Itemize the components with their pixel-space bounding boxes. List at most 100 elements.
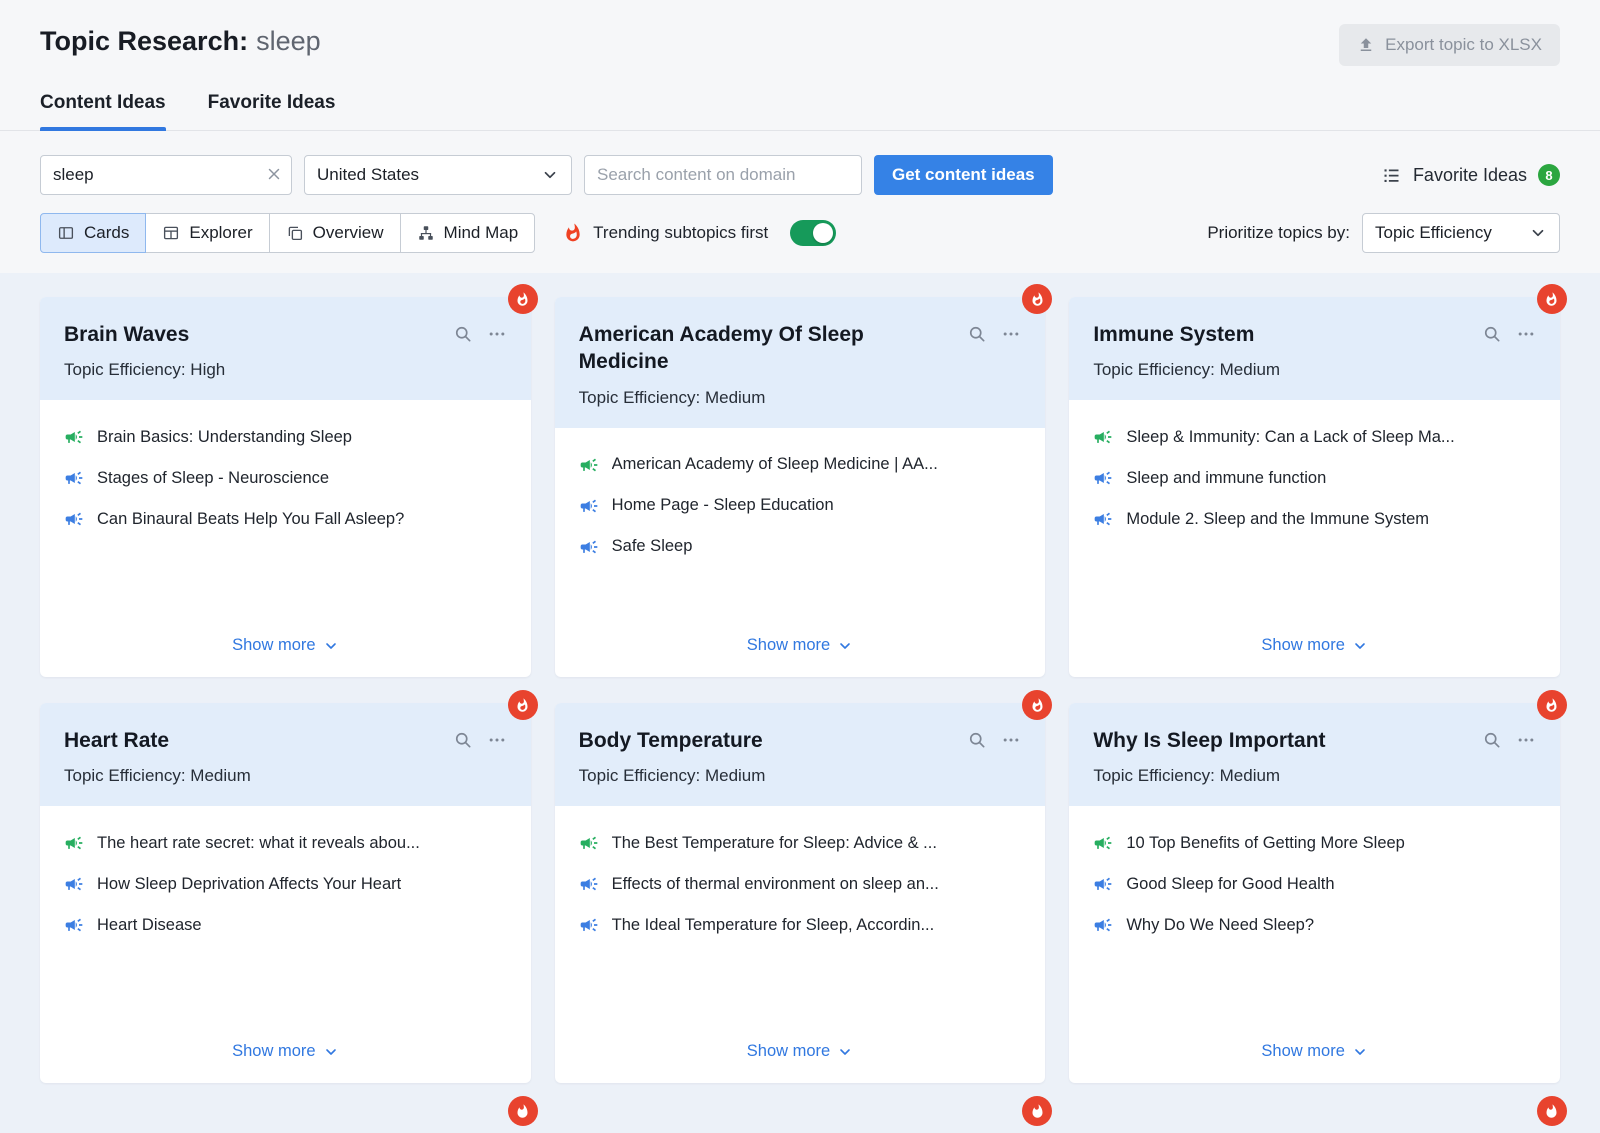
list-item[interactable]: Home Page - Sleep Education [579, 496, 1022, 516]
view-cards-button[interactable]: Cards [40, 213, 146, 253]
show-more-link[interactable]: Show more [1261, 628, 1367, 661]
show-more-label: Show more [1261, 636, 1344, 655]
ellipsis-icon[interactable] [1001, 730, 1021, 750]
megaphone-icon [579, 455, 599, 475]
megaphone-icon [1093, 468, 1113, 488]
card-header: American Academy Of Sleep Medicine Topic… [555, 297, 1046, 428]
item-text: Good Sleep for Good Health [1126, 875, 1334, 894]
card-items: The Best Temperature for Sleep: Advice &… [579, 833, 1022, 956]
list-item[interactable]: How Sleep Deprivation Affects Your Heart [64, 874, 507, 894]
megaphone-icon [1093, 427, 1113, 447]
list-item[interactable]: Stages of Sleep - Neuroscience [64, 468, 507, 488]
list-item[interactable]: Brain Basics: Understanding Sleep [64, 427, 507, 447]
item-text: Sleep and immune function [1126, 469, 1326, 488]
card-items: American Academy of Sleep Medicine | AA.… [579, 455, 1022, 578]
show-more-link[interactable]: Show more [1261, 1034, 1367, 1067]
country-select[interactable]: United States [304, 155, 572, 195]
view-mindmap-label: Mind Map [444, 223, 519, 243]
card-header: Body Temperature Topic Efficiency: Mediu… [555, 703, 1046, 806]
ellipsis-icon[interactable] [487, 324, 507, 344]
clear-icon[interactable] [265, 165, 283, 183]
item-text: The Best Temperature for Sleep: Advice &… [612, 834, 937, 853]
ellipsis-icon[interactable] [487, 730, 507, 750]
mindmap-view-icon [417, 224, 435, 242]
list-item[interactable]: Effects of thermal environment on sleep … [579, 874, 1022, 894]
megaphone-icon [1093, 874, 1113, 894]
list-item[interactable]: Good Sleep for Good Health [1093, 874, 1536, 894]
tab-content-ideas[interactable]: Content Ideas [40, 92, 166, 130]
list-item[interactable]: Sleep and immune function [1093, 468, 1536, 488]
card-title: Heart Rate [64, 727, 439, 754]
show-more-link[interactable]: Show more [232, 1034, 338, 1067]
chevron-down-icon [323, 638, 339, 654]
list-item[interactable]: The Ideal Temperature for Sleep, Accordi… [579, 915, 1022, 935]
show-more-label: Show more [232, 636, 315, 655]
list-item[interactable]: Why Do We Need Sleep? [1093, 915, 1536, 935]
card-header: Why Is Sleep Important Topic Efficiency:… [1069, 703, 1560, 806]
ellipsis-icon[interactable] [1516, 324, 1536, 344]
trending-badge [1022, 1096, 1052, 1126]
trending-badge [508, 1096, 538, 1126]
domain-search-box [584, 155, 862, 195]
list-item[interactable]: Heart Disease [64, 915, 507, 935]
overview-view-icon [286, 224, 304, 242]
megaphone-icon [579, 496, 599, 516]
chevron-down-icon [541, 166, 559, 184]
topic-card: American Academy Of Sleep Medicine Topic… [555, 297, 1046, 677]
topic-search-input[interactable] [40, 155, 292, 195]
search-icon[interactable] [967, 324, 987, 344]
card-title: Why Is Sleep Important [1093, 727, 1468, 754]
item-text: The heart rate secret: what it reveals a… [97, 834, 420, 853]
list-item[interactable]: Sleep & Immunity: Can a Lack of Sleep Ma… [1093, 427, 1536, 447]
show-more-link[interactable]: Show more [232, 628, 338, 661]
upload-icon [1357, 36, 1375, 54]
search-icon[interactable] [453, 324, 473, 344]
search-icon[interactable] [967, 730, 987, 750]
card-body: 10 Top Benefits of Getting More Sleep Go… [1069, 806, 1560, 1083]
favorites-count-badge: 8 [1538, 164, 1560, 186]
card-title: Immune System [1093, 321, 1468, 348]
get-content-ideas-button[interactable]: Get content ideas [874, 155, 1053, 195]
show-more-link[interactable]: Show more [747, 628, 853, 661]
item-text: Safe Sleep [612, 537, 693, 556]
favorite-ideas-link[interactable]: Favorite Ideas 8 [1381, 164, 1560, 186]
show-more-link[interactable]: Show more [747, 1034, 853, 1067]
list-item[interactable]: 10 Top Benefits of Getting More Sleep [1093, 833, 1536, 853]
list-item[interactable]: Module 2. Sleep and the Immune System [1093, 509, 1536, 529]
page-title-prefix: Topic Research: [40, 26, 248, 56]
card-body: Brain Basics: Understanding Sleep Stages… [40, 400, 531, 677]
topic-card: Heart Rate Topic Efficiency: Medium The … [40, 703, 531, 1083]
show-more-label: Show more [232, 1042, 315, 1061]
topic-card: Brain Waves Topic Efficiency: High Brain… [40, 297, 531, 677]
list-item[interactable]: American Academy of Sleep Medicine | AA.… [579, 455, 1022, 475]
card-title: Brain Waves [64, 321, 439, 348]
list-item[interactable]: The heart rate secret: what it reveals a… [64, 833, 507, 853]
cards-grid: Brain Waves Topic Efficiency: High Brain… [40, 297, 1560, 1133]
search-icon[interactable] [1482, 324, 1502, 344]
view-mindmap-button[interactable]: Mind Map [400, 213, 536, 253]
item-text: Effects of thermal environment on sleep … [612, 875, 939, 894]
trending-badge [508, 690, 538, 720]
trending-toggle[interactable] [790, 220, 836, 246]
ellipsis-icon[interactable] [1516, 730, 1536, 750]
view-cards-label: Cards [84, 223, 129, 243]
prioritize-select[interactable]: Topic Efficiency [1362, 213, 1560, 253]
megaphone-icon [579, 833, 599, 853]
list-item[interactable]: Can Binaural Beats Help You Fall Asleep? [64, 509, 507, 529]
export-xlsx-button[interactable]: Export topic to XLSX [1339, 24, 1560, 66]
domain-search-input[interactable] [584, 155, 862, 195]
item-text: Brain Basics: Understanding Sleep [97, 428, 352, 447]
view-explorer-button[interactable]: Explorer [145, 213, 269, 253]
ellipsis-icon[interactable] [1001, 324, 1021, 344]
card-body: American Academy of Sleep Medicine | AA.… [555, 428, 1046, 677]
search-icon[interactable] [453, 730, 473, 750]
list-item[interactable]: Safe Sleep [579, 537, 1022, 557]
topic-efficiency: Topic Efficiency: Medium [1093, 766, 1536, 786]
show-more-label: Show more [1261, 1042, 1344, 1061]
view-overview-button[interactable]: Overview [269, 213, 401, 253]
item-text: Stages of Sleep - Neuroscience [97, 469, 329, 488]
list-icon [1381, 165, 1402, 186]
tab-favorite-ideas[interactable]: Favorite Ideas [208, 92, 336, 130]
search-icon[interactable] [1482, 730, 1502, 750]
list-item[interactable]: The Best Temperature for Sleep: Advice &… [579, 833, 1022, 853]
